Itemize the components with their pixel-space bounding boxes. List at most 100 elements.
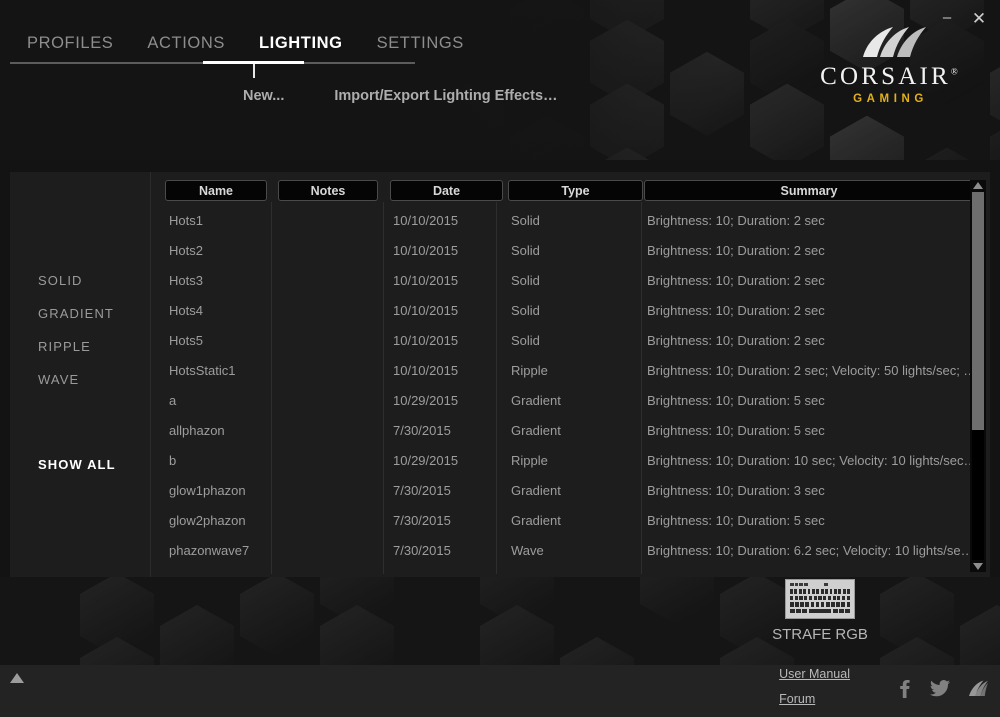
cell-type: Wave (511, 543, 544, 558)
table-row[interactable]: Hots5 10/10/2015 Solid Brightness: 10; Dura… (151, 326, 990, 356)
cell-summary: Brightness: 10; Duration: 6.2 sec; Veloc… (647, 543, 977, 558)
table-row[interactable]: Hots1 10/10/2015 Solid Brightness: 10; Dura… (151, 206, 990, 236)
sidebar-item-wave[interactable]: WAVE (38, 372, 79, 387)
cell-name: phazonwave7 (169, 543, 250, 558)
table-row[interactable]: Hots2 10/10/2015 Solid Brightness: 10; Dura… (151, 236, 990, 266)
table-row[interactable]: a 10/29/2015 Gradient Brightness: 10; Durat… (151, 386, 990, 416)
cell-date: 10/29/2015 (393, 453, 459, 468)
brand-wordmark: CORSAIR® (820, 63, 961, 90)
corsair-gaming-logo: CORSAIR® GAMING (803, 26, 978, 105)
cell-name: Hots3 (169, 273, 203, 288)
cell-notes (281, 356, 381, 386)
cell-summary: Brightness: 10; Duration: 2 sec (647, 243, 825, 258)
table-row[interactable]: glow1phazon 7/30/2015 Gradient Brightness: … (151, 476, 990, 506)
cell-type: Gradient (511, 423, 561, 438)
column-header-notes[interactable]: Notes (278, 180, 378, 201)
app-header: – ✕ CORSAIR® GAMING PROFILES ACTIONS LIGHT… (0, 0, 1000, 160)
cell-notes (281, 236, 381, 266)
cell-name: Hots4 (169, 303, 203, 318)
cell-summary: Brightness: 10; Duration: 5 sec (647, 423, 825, 438)
cell-name: HotsStatic1 (169, 363, 236, 378)
cell-type: Solid (511, 243, 540, 258)
social-links (896, 679, 988, 698)
cell-date: 10/10/2015 (393, 213, 459, 228)
cell-type: Gradient (511, 513, 561, 528)
cell-notes (281, 536, 381, 566)
close-button[interactable]: ✕ (970, 10, 988, 27)
import-export-button[interactable]: Import/Export Lighting Effects… (334, 88, 557, 104)
scrollbar-thumb[interactable] (972, 192, 984, 430)
cell-type: Gradient (511, 393, 561, 408)
cell-type: Gradient (511, 483, 561, 498)
active-tab-tick (253, 64, 255, 78)
tab-settings[interactable]: SETTINGS (360, 30, 481, 56)
cell-type: Solid (511, 333, 540, 348)
cell-date: 7/30/2015 (393, 423, 451, 438)
footer-link-forum[interactable]: Forum (779, 692, 850, 706)
cell-summary: Brightness: 10; Duration: 2 sec (647, 303, 825, 318)
effect-type-sidebar: SOLID GRADIENT RIPPLE WAVE SHOW ALL (10, 172, 150, 577)
cell-notes (281, 476, 381, 506)
table-header-row: Name Notes Date Type Summary (151, 180, 990, 202)
cell-summary: Brightness: 10; Duration: 2 sec; Velocit… (647, 363, 977, 378)
cell-summary: Brightness: 10; Duration: 2 sec (647, 273, 825, 288)
cell-date: 10/10/2015 (393, 303, 459, 318)
sidebar-item-show-all[interactable]: SHOW ALL (38, 457, 116, 472)
sidebar-item-solid[interactable]: SOLID (38, 273, 83, 288)
table-row[interactable]: allphazon 7/30/2015 Gradient Brightness: 10… (151, 416, 990, 446)
table-scrollbar[interactable] (970, 180, 986, 572)
table-row[interactable]: b 10/29/2015 Ripple Brightness: 10; Duratio… (151, 446, 990, 476)
device-strip: STRAFE RGB (0, 577, 1000, 665)
cell-summary: Brightness: 10; Duration: 5 sec (647, 393, 825, 408)
cell-notes (281, 506, 381, 536)
cell-notes (281, 326, 381, 356)
facebook-icon[interactable] (896, 679, 913, 698)
lighting-effects-panel: SOLID GRADIENT RIPPLE WAVE SHOW ALL Name Note… (10, 172, 990, 577)
selected-device[interactable]: STRAFE RGB (730, 579, 910, 643)
cell-summary: Brightness: 10; Duration: 10 sec; Veloci… (647, 453, 977, 468)
corsair-cue-window: – ✕ CORSAIR® GAMING PROFILES ACTIONS LIGHT… (0, 0, 1000, 717)
table-row[interactable]: phazonwave7 7/30/2015 Wave Brightness: 10; … (151, 536, 990, 566)
cell-summary: Brightness: 10; Duration: 3 sec (647, 483, 825, 498)
cell-summary: Brightness: 10; Duration: 5 sec (647, 513, 825, 528)
cell-date: 7/30/2015 (393, 483, 451, 498)
scroll-down-arrow-icon[interactable] (973, 563, 983, 570)
twitter-icon[interactable] (930, 680, 950, 697)
corsair-sails-icon[interactable] (967, 680, 988, 697)
table-row[interactable]: HotsStatic1 10/10/2015 Ripple Brightness: 1… (151, 356, 990, 386)
main-tabs: PROFILES ACTIONS LIGHTING SETTINGS (10, 30, 481, 56)
column-header-summary[interactable]: Summary (644, 180, 974, 201)
sidebar-item-ripple[interactable]: RIPPLE (38, 339, 91, 354)
cell-name: glow2phazon (169, 513, 246, 528)
cell-name: allphazon (169, 423, 225, 438)
cell-name: b (169, 453, 177, 468)
cell-summary: Brightness: 10; Duration: 2 sec (647, 213, 825, 228)
tab-lighting[interactable]: LIGHTING (242, 30, 360, 56)
sidebar-item-gradient[interactable]: GRADIENT (38, 306, 114, 321)
table-row[interactable]: Hots3 10/10/2015 Solid Brightness: 10; Dura… (151, 266, 990, 296)
table-row[interactable]: glow2phazon 7/30/2015 Gradient Brightness: … (151, 506, 990, 536)
column-header-name[interactable]: Name (165, 180, 267, 201)
minimize-button[interactable]: – (938, 10, 956, 25)
tab-actions[interactable]: ACTIONS (130, 30, 242, 56)
cell-name: Hots5 (169, 333, 203, 348)
column-header-date[interactable]: Date (390, 180, 503, 201)
footer-links: User Manual Forum (779, 667, 850, 717)
table-row[interactable]: Hots4 10/10/2015 Solid Brightness: 10; Dura… (151, 296, 990, 326)
cell-date: 10/10/2015 (393, 243, 459, 258)
keyboard-icon (785, 579, 855, 619)
tab-profiles[interactable]: PROFILES (10, 30, 130, 56)
app-footer: User Manual Forum (0, 665, 1000, 717)
cell-type: Solid (511, 273, 540, 288)
scrollbar-track[interactable] (972, 192, 984, 560)
footer-link-user-manual[interactable]: User Manual (779, 667, 850, 681)
lighting-toolbar: New... Import/Export Lighting Effects… (0, 82, 620, 110)
cell-notes (281, 416, 381, 446)
triangle-up-icon[interactable] (10, 673, 24, 683)
brand-subtitle: GAMING (853, 93, 928, 105)
column-header-type[interactable]: Type (508, 180, 643, 201)
new-effect-button[interactable]: New... (243, 88, 284, 104)
cell-notes (281, 386, 381, 416)
scroll-up-arrow-icon[interactable] (973, 182, 983, 189)
corsair-sails-icon (862, 27, 926, 57)
